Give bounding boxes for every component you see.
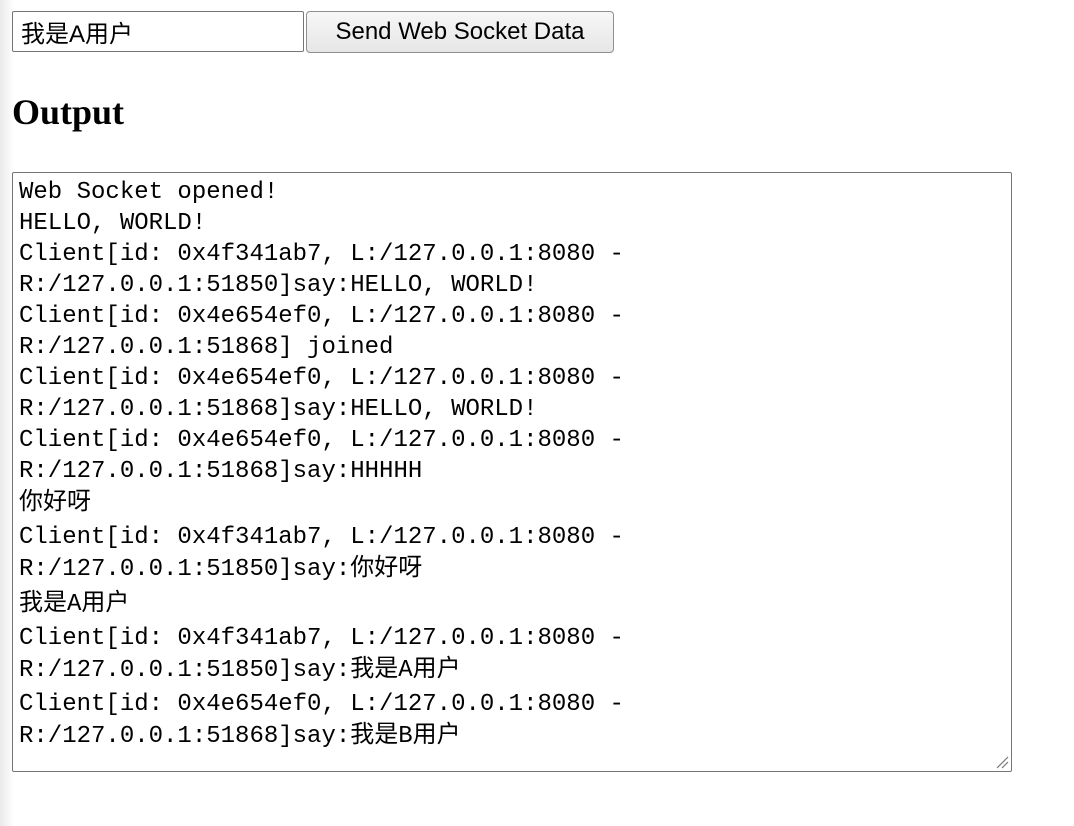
output-line: R:/127.0.0.1:51868] joined <box>19 334 394 361</box>
output-line: R:/127.0.0.1:51850]say:HELLO, WORLD! <box>19 272 538 299</box>
output-line: 你好呀 <box>19 490 91 517</box>
send-web-socket-data-button[interactable]: Send Web Socket Data <box>306 11 614 53</box>
output-line: R:/127.0.0.1:51850]say:我是A用户 <box>19 657 461 684</box>
output-line: Client[id: 0x4e654ef0, L:/127.0.0.1:8080… <box>19 365 624 392</box>
output-line: Client[id: 0x4e654ef0, L:/127.0.0.1:8080… <box>19 427 624 454</box>
output-heading: Output <box>12 92 125 132</box>
output-line: R:/127.0.0.1:51850]say:你好呀 <box>19 556 423 583</box>
output-line: Client[id: 0x4f341ab7, L:/127.0.0.1:8080… <box>19 625 624 652</box>
output-line: Web Socket opened! <box>19 179 279 206</box>
message-input[interactable] <box>12 11 304 52</box>
output-line: HELLO, WORLD! <box>19 210 207 237</box>
output-line: Client[id: 0x4e654ef0, L:/127.0.0.1:8080… <box>19 303 624 330</box>
output-line: R:/127.0.0.1:51868]say:HHHHH <box>19 458 423 485</box>
output-line: 我是A用户 <box>19 591 130 618</box>
output-line: Client[id: 0x4f341ab7, L:/127.0.0.1:8080… <box>19 524 624 551</box>
output-line: R:/127.0.0.1:51868]say:HELLO, WORLD! <box>19 396 538 423</box>
resize-handle-icon[interactable] <box>995 755 1009 769</box>
output-line: R:/127.0.0.1:51868]say:我是B用户 <box>19 723 461 750</box>
output-line: Client[id: 0x4f341ab7, L:/127.0.0.1:8080… <box>19 241 624 268</box>
output-line: Client[id: 0x4e654ef0, L:/127.0.0.1:8080… <box>19 691 624 718</box>
output-textarea[interactable]: Web Socket opened! HELLO, WORLD! Client[… <box>12 172 1012 772</box>
